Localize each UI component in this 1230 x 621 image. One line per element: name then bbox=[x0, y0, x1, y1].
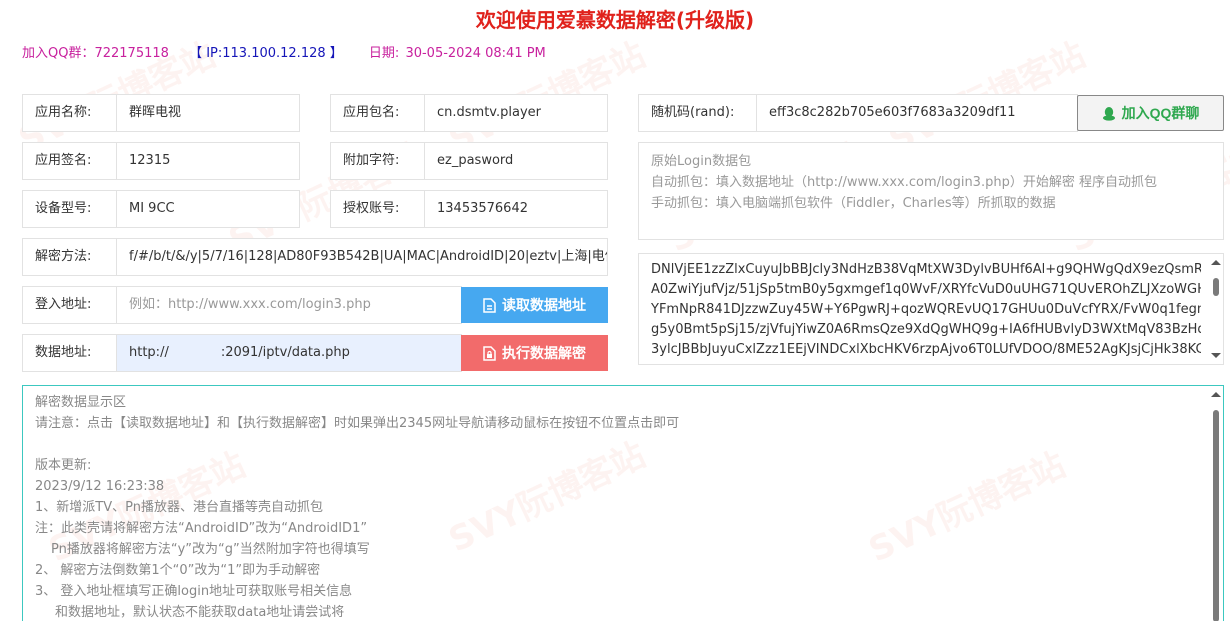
encrypted-data-line: A0ZwiYjufVjz/51jSp5tmB0y5gxmgef1q0WvF/XR… bbox=[651, 282, 1201, 297]
encrypted-data-line: YFmNpR841DJzzwZuy45W+Y6PgwRJ+qozWQREvUQ1… bbox=[651, 302, 1201, 317]
file-lock-icon bbox=[483, 345, 496, 361]
qq-penguin-icon bbox=[1102, 106, 1115, 121]
display-line: Pn播放器将解密方法“y”改为“g”当然附加字符也得填写 bbox=[51, 542, 370, 557]
app-name-input[interactable]: 群晖电视 bbox=[117, 95, 299, 131]
rand-input[interactable]: eff3c8c282b705e603f7683a3209df11 bbox=[757, 95, 1077, 131]
data-url-label: 数据地址: bbox=[23, 335, 117, 371]
login-packet-textarea[interactable]: 原始Login数据包 自动抓包：填入数据地址（http://www.xxx.co… bbox=[638, 142, 1224, 240]
encrypted-data-line: 3ylcJBBbJuyuCxlZzz1EEjVINDCxlXbcHKV6rzpA… bbox=[651, 342, 1201, 357]
package-label: 应用包名: bbox=[331, 95, 425, 131]
login-label: 登入地址: bbox=[23, 287, 117, 323]
login-field[interactable]: 登入地址: 例如：http://www.xxx.com/login3.php bbox=[22, 286, 462, 324]
display-line: 3、 登入地址框填写正确login地址可获取账号相关信息 bbox=[35, 584, 353, 599]
account-input[interactable]: 13453576642 bbox=[425, 191, 607, 227]
document-icon bbox=[483, 297, 496, 313]
account-label: 授权账号: bbox=[331, 191, 425, 227]
device-label: 设备型号: bbox=[23, 191, 117, 227]
method-label: 解密方法: bbox=[23, 239, 117, 275]
sign-field[interactable]: 应用签名: 12315 bbox=[22, 142, 300, 180]
join-qq-button[interactable]: 加入QQ群聊 bbox=[1077, 95, 1224, 131]
decrypt-display-area[interactable]: 解密数据显示区 请注意：点击【读取数据地址】和【执行数据解密】时如果弹出2345… bbox=[22, 385, 1224, 621]
app-name-field[interactable]: 应用名称: 群晖电视 bbox=[22, 94, 300, 132]
rand-label: 随机码(rand): bbox=[639, 95, 757, 131]
display-line: 2、 解密方法倒数第1个“0”改为“1”即为手动解密 bbox=[35, 563, 321, 578]
encrypted-data-line: DNlVjEE1zzZlxCuyuJbBBJcly3NdHzB38VqMtXW3… bbox=[651, 262, 1201, 277]
date-label: 日期: bbox=[368, 46, 400, 61]
qq-group-label: 加入QQ群： bbox=[22, 46, 95, 61]
device-input[interactable]: MI 9CC bbox=[117, 191, 299, 227]
display-line: 请注意：点击【读取数据地址】和【执行数据解密】时如果弹出2345网址导航请移动鼠… bbox=[35, 416, 680, 431]
extra-label: 附加字符: bbox=[331, 143, 425, 179]
package-input[interactable]: cn.dsmtv.player bbox=[425, 95, 607, 131]
scroll-up-icon[interactable] bbox=[1211, 260, 1221, 265]
info-bar: 加入QQ群：722175118 【 IP:113.100.12.128 】 日期… bbox=[22, 42, 546, 61]
qq-group-number: 722175118 bbox=[94, 46, 169, 61]
sign-input[interactable]: 12315 bbox=[117, 143, 299, 179]
scrollbar-thumb[interactable] bbox=[1213, 278, 1219, 296]
account-field[interactable]: 授权账号: 13453576642 bbox=[330, 190, 608, 228]
page-title: 欢迎使用爱慕数据解密(升级版) bbox=[475, 8, 755, 32]
read-data-label: 读取数据地址 bbox=[502, 297, 586, 313]
package-field[interactable]: 应用包名: cn.dsmtv.player bbox=[330, 94, 608, 132]
display-line: 1、新增派TV、Pn播放器、港台直播等壳自动抓包 bbox=[35, 500, 323, 515]
data-url-input[interactable]: http:// :2091/iptv/data.php bbox=[117, 335, 461, 371]
method-field[interactable]: 解密方法: f/#/b/t/&/y|5/7/16|128|AD80F93B542… bbox=[22, 238, 608, 276]
extra-field[interactable]: 附加字符: ez_pasword bbox=[330, 142, 608, 180]
join-qq-label: 加入QQ群聊 bbox=[1121, 105, 1200, 121]
app-name-label: 应用名称: bbox=[23, 95, 117, 131]
encrypted-data-textarea[interactable]: DNlVjEE1zzZlxCuyuJbBBJcly3NdHzB38VqMtXW3… bbox=[638, 253, 1224, 365]
sign-label: 应用签名: bbox=[23, 143, 117, 179]
display-line bbox=[35, 434, 1211, 455]
display-scrollbar[interactable] bbox=[1210, 390, 1222, 621]
data-url-field[interactable]: 数据地址: http:// :2091/iptv/data.php bbox=[22, 334, 462, 372]
scrollbar-thumb[interactable] bbox=[1213, 410, 1219, 621]
extra-input[interactable]: ez_pasword bbox=[425, 143, 607, 179]
date-value: 30-05-2024 08:41 PM bbox=[405, 46, 546, 61]
login-packet-line: 原始Login数据包 bbox=[651, 154, 752, 169]
ip-address: 【 IP:113.100.12.128 】 bbox=[189, 46, 343, 61]
encrypted-data-scrollbar[interactable] bbox=[1210, 258, 1222, 360]
read-data-button[interactable]: 读取数据地址 bbox=[461, 287, 608, 323]
encrypted-data-line: g5y0Bmt5pSj15/zjVfujYiwZ0A6RmsQze9XdQgWH… bbox=[651, 322, 1201, 337]
display-line: 版本更新: bbox=[35, 458, 92, 473]
display-line: 解密数据显示区 bbox=[35, 395, 127, 410]
scroll-up-icon[interactable] bbox=[1211, 392, 1221, 397]
login-packet-line: 自动抓包：填入数据地址（http://www.xxx.com/login3.ph… bbox=[651, 175, 1157, 190]
decrypt-button[interactable]: 执行数据解密 bbox=[461, 335, 608, 371]
display-line: 注：此类壳请将解密方法“AndroidID”改为“AndroidID1” bbox=[35, 521, 368, 536]
display-line: 和数据地址，默认状态不能获取data地址请尝试将 bbox=[55, 605, 345, 620]
login-input[interactable]: 例如：http://www.xxx.com/login3.php bbox=[117, 287, 461, 323]
scroll-down-icon[interactable] bbox=[1211, 353, 1221, 358]
decrypt-label: 执行数据解密 bbox=[502, 345, 586, 361]
device-field[interactable]: 设备型号: MI 9CC bbox=[22, 190, 300, 228]
rand-field[interactable]: 随机码(rand): eff3c8c282b705e603f7683a3209d… bbox=[638, 94, 1078, 132]
display-line: 2023/9/12 16:23:38 bbox=[35, 479, 165, 494]
login-packet-line: 手动抓包：填入电脑端抓包软件（Fiddler，Charles等）所抓取的数据 bbox=[651, 196, 1056, 211]
method-input[interactable]: f/#/b/t/&/y|5/7/16|128|AD80F93B542B|UA|M… bbox=[117, 239, 607, 275]
